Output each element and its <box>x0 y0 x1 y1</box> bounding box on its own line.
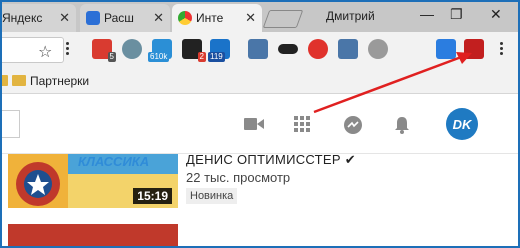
video-thumbnail[interactable]: КЛАССИКА 15:19 <box>8 154 178 208</box>
tab-yandex[interactable]: Яндекс ✕ <box>2 4 76 32</box>
tab-internet[interactable]: Инте ✕ <box>172 4 262 32</box>
messages-icon[interactable] <box>344 116 362 134</box>
ext-icon-2[interactable] <box>122 39 142 59</box>
close-icon[interactable]: ✕ <box>59 11 70 24</box>
tab-label: Инте <box>196 11 224 25</box>
browser-toolbar: ☆ 5 610k 2 119 <box>2 32 518 68</box>
vue-icon[interactable] <box>368 39 388 59</box>
ext-icon-5[interactable]: 119 <box>208 39 230 62</box>
chrome-icon <box>178 11 192 25</box>
mask-icon[interactable] <box>278 44 298 54</box>
address-bar[interactable]: ☆ <box>2 37 64 63</box>
avatar[interactable]: DK <box>446 108 478 140</box>
vk-icon[interactable] <box>338 39 358 59</box>
star-icon[interactable]: ☆ <box>38 42 52 62</box>
red-circle-icon[interactable] <box>308 39 328 59</box>
folder-icon[interactable] <box>2 75 8 86</box>
bookmarks-bar: Партнерки <box>2 68 518 94</box>
ext-icon-4[interactable]: 2 <box>182 39 206 62</box>
profile-name[interactable]: Дмитрий <box>326 9 375 23</box>
link-icon[interactable] <box>436 39 456 59</box>
browser-window: Яндекс ✕ Расш ✕ Инте ✕ Дмитрий — ❐ ✕ ☆ 5… <box>0 0 520 248</box>
ext-badge: 2 <box>197 52 206 62</box>
next-video-thumbnail[interactable] <box>8 224 178 246</box>
folder-icon <box>12 75 26 86</box>
thumbnail-caption: КЛАССИКА <box>78 154 150 169</box>
search-input[interactable] <box>2 110 20 138</box>
ext-badge: 119 <box>208 52 225 62</box>
new-badge: Новинка <box>186 188 238 204</box>
chrome-menu-icon[interactable] <box>500 42 504 57</box>
vk-icon[interactable] <box>248 39 268 59</box>
close-icon[interactable]: ✕ <box>153 11 164 24</box>
minimize-icon[interactable]: — <box>420 6 434 22</box>
title-bar: Яндекс ✕ Расш ✕ Инте ✕ Дмитрий — ❐ ✕ <box>2 2 518 32</box>
close-icon[interactable]: ✕ <box>245 11 256 24</box>
restore-icon[interactable]: ❐ <box>450 6 463 23</box>
ext-icon-3[interactable]: 610k <box>148 39 172 62</box>
puzzle-icon <box>86 11 100 25</box>
ext-badge: 610k <box>148 52 170 62</box>
tab-extensions[interactable]: Расш ✕ <box>80 4 170 32</box>
more-menu-icon[interactable] <box>66 42 70 57</box>
youtube-header: DK <box>2 94 518 154</box>
new-tab-button[interactable] <box>262 10 304 28</box>
tab-label: Расш <box>104 11 134 25</box>
ext-icon-1[interactable]: 5 <box>92 39 116 62</box>
next-video-title[interactable]: — — —— — —— —— — —— <box>186 240 353 246</box>
apps-icon[interactable] <box>294 116 310 132</box>
pin-icon[interactable] <box>464 39 484 59</box>
tab-label: Яндекс <box>2 11 43 25</box>
close-window-icon[interactable]: ✕ <box>490 6 502 23</box>
video-duration: 15:19 <box>133 188 172 204</box>
bell-icon[interactable] <box>394 116 410 134</box>
upload-video-icon[interactable] <box>244 116 264 132</box>
channel-name[interactable]: ДЕНИС ОПТИМИССТЕР ✔ <box>186 152 356 168</box>
bookmark-partnerki[interactable]: Партнерки <box>30 74 89 88</box>
ext-badge: 5 <box>107 52 116 62</box>
view-count: 22 тыс. просмотр <box>186 170 291 185</box>
